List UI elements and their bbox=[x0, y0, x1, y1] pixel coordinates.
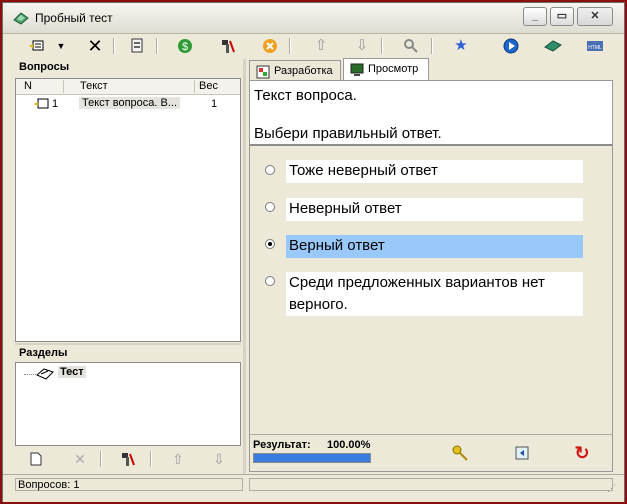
title-bar[interactable]: Пробный тест _ ▭ ✕ bbox=[3, 3, 624, 34]
result-label: Результат: bbox=[253, 439, 311, 451]
toolbar-separator bbox=[113, 38, 115, 54]
status-questions-count: Вопросов: 1 bbox=[18, 479, 80, 491]
toolbar-separator bbox=[431, 38, 433, 54]
radio-option-3[interactable] bbox=[265, 239, 275, 249]
column-header-n[interactable]: N bbox=[24, 80, 32, 92]
question-text: Текст вопроса. В... bbox=[79, 97, 181, 109]
radio-dot bbox=[268, 242, 272, 246]
result-progress-fill bbox=[254, 454, 370, 462]
instruction-text: Выбери правильный ответ. bbox=[254, 125, 442, 142]
exit-icon[interactable] bbox=[511, 443, 533, 463]
search-icon[interactable] bbox=[399, 35, 423, 57]
question-icon bbox=[34, 98, 49, 109]
column-divider bbox=[194, 80, 195, 93]
column-header-weight[interactable]: Вес bbox=[199, 80, 218, 92]
minimize-button[interactable]: _ bbox=[523, 7, 547, 26]
toolbar-separator bbox=[100, 451, 102, 467]
question-area: Текст вопроса. Выбери правильный ответ. bbox=[249, 80, 613, 146]
table-row[interactable]: 1 Текст вопроса. В... 1 bbox=[16, 96, 240, 112]
answer-option-3[interactable]: Верный ответ bbox=[286, 235, 583, 258]
app-logo-icon bbox=[13, 12, 29, 25]
play-icon[interactable] bbox=[499, 35, 523, 57]
column-divider bbox=[63, 80, 64, 93]
vertical-splitter[interactable] bbox=[243, 59, 246, 474]
toolbar-separator bbox=[156, 38, 158, 54]
development-icon bbox=[256, 65, 270, 79]
window-title: Пробный тест bbox=[35, 11, 113, 25]
tab-preview-label: Просмотр bbox=[368, 63, 419, 75]
close-button[interactable]: ✕ bbox=[577, 7, 613, 26]
book-icon bbox=[36, 368, 54, 380]
tab-preview[interactable]: Просмотр bbox=[343, 58, 429, 81]
sections-toolbar: ✕ ⇧ ⇩ bbox=[15, 447, 241, 471]
toolbar-separator bbox=[381, 38, 383, 54]
result-value: 100.00% bbox=[327, 439, 371, 451]
tab-development-label: Разработка bbox=[274, 65, 333, 77]
radio-option-4[interactable] bbox=[265, 276, 275, 286]
maximize-button[interactable]: ▭ bbox=[550, 7, 574, 26]
arrow-down-icon[interactable]: ⇩ bbox=[350, 35, 374, 57]
sections-panel-title: Разделы bbox=[19, 347, 68, 359]
tools-icon[interactable] bbox=[117, 449, 139, 469]
arrow-up-icon[interactable]: ⇧ bbox=[309, 35, 333, 57]
answer-option-4-line1: Среди предложенных вариантов нет bbox=[289, 274, 545, 291]
delete-icon[interactable]: ✕ bbox=[83, 35, 107, 57]
toolbar-separator bbox=[289, 38, 291, 54]
properties-icon[interactable] bbox=[125, 35, 149, 57]
radio-option-1[interactable] bbox=[265, 165, 275, 175]
new-section-icon[interactable] bbox=[25, 449, 47, 469]
answer-option-1[interactable]: Тоже неверный ответ bbox=[286, 160, 583, 183]
status-pane: Вопросов: 1 bbox=[15, 478, 243, 491]
answers-area: Тоже неверный ответ Неверный ответ Верны… bbox=[249, 146, 613, 434]
question-weight: 1 bbox=[211, 98, 218, 110]
arrow-down-icon[interactable]: ⇩ bbox=[208, 449, 230, 469]
radio-option-2[interactable] bbox=[265, 202, 275, 212]
tools-icon[interactable] bbox=[216, 35, 240, 57]
status-bar: Вопросов: 1 ⋰ bbox=[3, 474, 624, 502]
arrow-up-icon[interactable]: ⇧ bbox=[167, 449, 189, 469]
svg-text:$: $ bbox=[182, 41, 188, 53]
questions-panel-title: Вопросы bbox=[19, 61, 70, 73]
answer-option-4[interactable]: Среди предложенных вариантов нет верного… bbox=[286, 272, 583, 316]
svg-text:HTML: HTML bbox=[588, 45, 602, 51]
toolbar-separator bbox=[150, 451, 152, 467]
star-icon[interactable]: ★ bbox=[449, 35, 473, 57]
questions-list[interactable]: N Текст Вес 1 Текст вопроса. В... 1 bbox=[15, 78, 241, 342]
section-item-test[interactable]: Тест bbox=[58, 366, 86, 378]
status-pane-right bbox=[249, 478, 613, 491]
question-text: Текст вопроса. bbox=[254, 87, 357, 104]
column-header-text[interactable]: Текст bbox=[80, 80, 108, 92]
question-number: 1 bbox=[52, 98, 59, 110]
refresh-icon[interactable]: ↻ bbox=[571, 443, 593, 463]
delete-section-icon[interactable]: ✕ bbox=[69, 449, 91, 469]
monitor-icon bbox=[350, 63, 364, 76]
book-icon[interactable] bbox=[541, 35, 565, 57]
main-window: Пробный тест _ ▭ ✕ ▼ ✕ $ ⇧ ⇩ ★ HTML Вопр… bbox=[2, 2, 625, 502]
resize-grip-icon[interactable]: ⋰ bbox=[607, 483, 616, 494]
cancel-icon[interactable] bbox=[258, 35, 282, 57]
toolbar: ▼ ✕ $ ⇧ ⇩ ★ HTML bbox=[13, 34, 617, 59]
answer-option-2[interactable]: Неверный ответ bbox=[286, 198, 583, 221]
tab-development[interactable]: Разработка bbox=[249, 60, 341, 81]
key-icon[interactable] bbox=[450, 443, 472, 463]
questions-list-header: N Текст Вес bbox=[16, 79, 240, 95]
dropdown-arrow-icon[interactable]: ▼ bbox=[55, 35, 67, 57]
sections-tree[interactable]: Тест bbox=[15, 362, 241, 446]
answer-option-4-line2: верного. bbox=[289, 296, 348, 313]
result-bar: Результат: 100.00% ↻ bbox=[249, 434, 613, 472]
money-icon[interactable]: $ bbox=[173, 35, 197, 57]
html-icon[interactable]: HTML bbox=[583, 35, 607, 57]
add-question-icon[interactable] bbox=[25, 35, 49, 57]
panel-splitter[interactable] bbox=[15, 343, 241, 345]
result-progress-bar bbox=[253, 453, 371, 463]
